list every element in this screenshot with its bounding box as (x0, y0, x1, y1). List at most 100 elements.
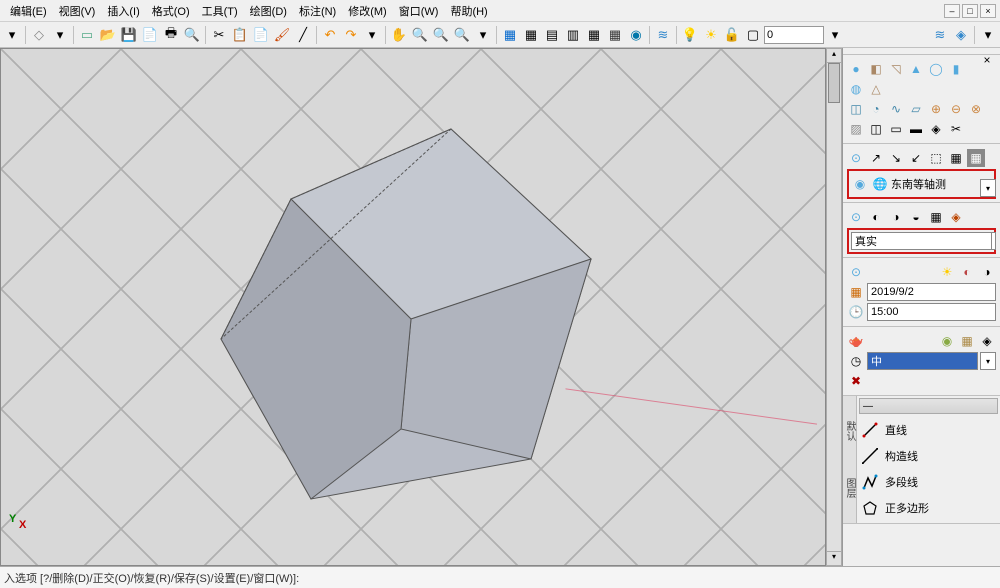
vs-i3[interactable]: ◒ (907, 208, 925, 226)
scroll-thumb[interactable] (828, 63, 840, 103)
vs-i4[interactable]: ▦ (927, 208, 945, 226)
draw-pline[interactable]: 多段线 (859, 469, 998, 495)
box-icon[interactable]: ◇ (29, 25, 49, 45)
tool-pal-icon[interactable]: ▤ (542, 25, 562, 45)
menu-edit[interactable]: 编辑(E) (4, 1, 53, 21)
extrude-icon[interactable]: ◫ (847, 100, 865, 118)
cylinder-icon[interactable]: ▮ (947, 60, 965, 78)
menu-help[interactable]: 帮助(H) (444, 1, 493, 21)
visual-style-combo[interactable]: 真实 (851, 232, 992, 250)
sun2-icon[interactable]: ⊙ (847, 263, 865, 281)
preview-icon[interactable]: 🔍 (182, 25, 202, 45)
viewport[interactable]: Y X (0, 48, 826, 566)
match-icon[interactable]: 🖌 (272, 25, 292, 45)
open-icon[interactable]: 📂 (98, 25, 118, 45)
menu-view[interactable]: 视图(V) (53, 1, 102, 21)
intersect-icon[interactable]: ⊗ (967, 100, 985, 118)
calc-icon[interactable]: ▦ (605, 25, 625, 45)
lang-dropdown-button[interactable]: ▾ (980, 352, 996, 370)
sphere-icon[interactable]: ● (847, 60, 865, 78)
eraser-icon[interactable]: ╱ (293, 25, 313, 45)
box3d-icon[interactable]: ◧ (867, 60, 885, 78)
tb-r3-icon[interactable]: ▾ (978, 25, 998, 45)
vertical-scrollbar[interactable]: ▴ ▾ (826, 48, 842, 566)
redo-icon[interactable]: ↷ (341, 25, 361, 45)
cube-model[interactable] (111, 109, 631, 566)
panel-close-icon[interactable]: × (978, 51, 996, 69)
exposure-icon[interactable]: ◐ (958, 263, 976, 281)
draw-polygon[interactable]: 正多边形 (859, 495, 998, 521)
x-icon[interactable]: ✖ (847, 372, 865, 390)
tb-r1-icon[interactable]: ≋ (930, 25, 950, 45)
teapot-icon[interactable]: 🫖 (847, 332, 865, 350)
saveas-icon[interactable]: 📄 (140, 25, 160, 45)
vs-i5[interactable]: ◈ (947, 208, 965, 226)
save-icon[interactable]: 💾 (119, 25, 139, 45)
scroll-up-icon[interactable]: ▴ (827, 49, 841, 63)
eye-icon[interactable]: ◉ (851, 175, 869, 193)
design-icon[interactable]: ▦ (521, 25, 541, 45)
sun-icon[interactable]: ☀ (701, 25, 721, 45)
plot-icon[interactable]: 🖶 (161, 25, 181, 45)
orbit-icon[interactable]: ⊙ (847, 149, 865, 167)
v-icon3[interactable]: ↙ (907, 149, 925, 167)
v-icon2[interactable]: ↘ (887, 149, 905, 167)
markup-icon[interactable]: ▦ (584, 25, 604, 45)
flat-icon[interactable]: ▭ (887, 120, 905, 138)
view-dropdown-button[interactable]: ▾ (980, 179, 996, 197)
torus-icon[interactable]: ◍ (847, 80, 865, 98)
union-icon[interactable]: ⊕ (927, 100, 945, 118)
lock-icon[interactable]: 🔓 (722, 25, 742, 45)
render-icon[interactable]: ◉ (626, 25, 646, 45)
draw-xline[interactable]: 构造线 (859, 443, 998, 469)
sep-icon[interactable]: ✂ (947, 120, 965, 138)
clock-icon[interactable]: 🕒 (847, 303, 865, 321)
globe-icon[interactable]: 🌐 (871, 175, 889, 193)
layers-icon[interactable]: ≋ (653, 25, 673, 45)
imprint-icon[interactable]: ◈ (927, 120, 945, 138)
new-icon[interactable]: ▭ (77, 25, 97, 45)
lang-combo[interactable]: 中 (867, 352, 978, 370)
menu-dimension[interactable]: 标注(N) (293, 1, 342, 21)
mat-icon[interactable]: ◉ (938, 332, 956, 350)
pyramid-icon[interactable]: △ (867, 80, 885, 98)
undo-icon[interactable]: ↶ (320, 25, 340, 45)
section-icon[interactable]: ▨ (847, 120, 865, 138)
cone-icon[interactable]: ▲ (907, 60, 925, 78)
vs-icon[interactable]: ⊙ (847, 208, 865, 226)
color-icon[interactable]: ▢ (743, 25, 763, 45)
sheet-icon[interactable]: ▥ (563, 25, 583, 45)
zoom-win-icon[interactable]: 🔍 (431, 25, 451, 45)
thick-icon[interactable]: ▬ (907, 120, 925, 138)
vs-i2[interactable]: ◑ (887, 208, 905, 226)
copy-icon[interactable]: 📋 (230, 25, 250, 45)
menu-tools[interactable]: 工具(T) (196, 1, 244, 21)
time-field[interactable]: 15:00 (867, 303, 996, 321)
zoom-drop-icon[interactable]: ▾ (473, 25, 493, 45)
calendar-icon[interactable]: ▦ (847, 283, 865, 301)
sphere2-icon[interactable]: ◯ (927, 60, 945, 78)
v-icon5[interactable]: ▦ (947, 149, 965, 167)
menu-insert[interactable]: 插入(I) (101, 1, 145, 21)
side-tab-layers[interactable]: 图层 (842, 478, 857, 498)
sweep-icon[interactable]: ∿ (887, 100, 905, 118)
env-icon[interactable]: ◑ (978, 263, 996, 281)
menu-format[interactable]: 格式(O) (146, 1, 196, 21)
prop-icon[interactable]: ▦ (500, 25, 520, 45)
subtract-icon[interactable]: ⊖ (947, 100, 965, 118)
command-line[interactable]: 入选项 [?/删除(D)/正交(O)/恢复(R)/保存(S)/设置(E)/窗口(… (0, 566, 1000, 588)
map-icon[interactable]: ▦ (958, 332, 976, 350)
dropdown-icon[interactable]: ▾ (2, 25, 22, 45)
zoom-prev-icon[interactable]: 🔍 (452, 25, 472, 45)
paste-icon[interactable]: 📄 (251, 25, 271, 45)
bulb-icon[interactable]: 💡 (680, 25, 700, 45)
vs-i1[interactable]: ◐ (867, 208, 885, 226)
v-icon6[interactable]: ▦ (967, 149, 985, 167)
proc-icon[interactable]: ◈ (978, 332, 996, 350)
undo-drop-icon[interactable]: ▾ (362, 25, 382, 45)
side-tab-default[interactable]: 默认 (842, 421, 857, 441)
draw-line[interactable]: 直线 (859, 417, 998, 443)
loft-icon[interactable]: ▱ (907, 100, 925, 118)
revolve-icon[interactable]: ◔ (867, 100, 885, 118)
tb-r2-icon[interactable]: ◈ (951, 25, 971, 45)
